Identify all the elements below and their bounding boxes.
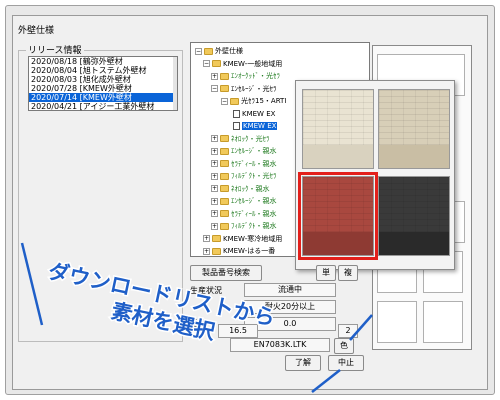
callout-lines xyxy=(20,242,373,393)
